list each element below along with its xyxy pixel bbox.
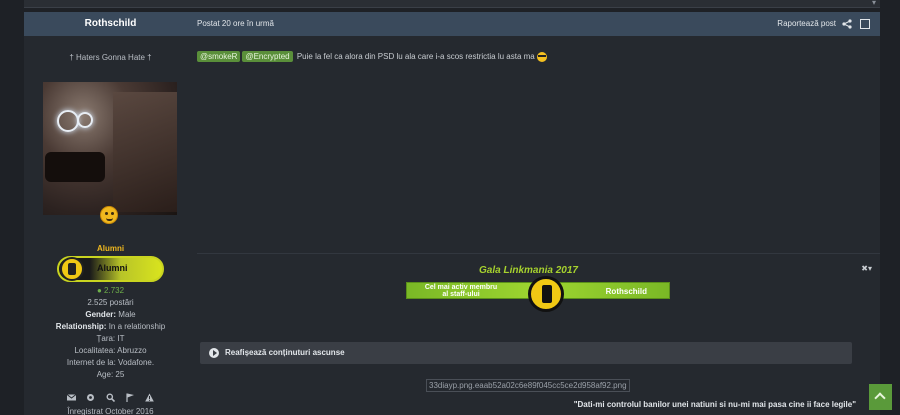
author-tagline: † Haters Gonna Hate † — [69, 53, 152, 62]
gender-value: Male — [118, 310, 136, 319]
age-field: Age: 25 — [96, 370, 125, 379]
broken-image: 33diayp.png.eaab52a02c6e89f045cc5ce2d958… — [426, 379, 630, 392]
rank-emoji-icon — [100, 206, 118, 224]
flag-icon[interactable] — [125, 393, 135, 402]
post-content: @smokeR @Encrypted Puie la fel ca alora d… — [197, 36, 880, 415]
post-header: Rothschild Postat 20 ore în urmă Raporte… — [24, 12, 880, 36]
post-body-text: @smokeR @Encrypted Puie la fel ca alora d… — [197, 51, 547, 62]
spoiler-label: Reafișează conținuturi ascunse — [225, 348, 345, 357]
author-actions — [24, 393, 197, 404]
emoji-eye — [105, 212, 108, 215]
select-post-checkbox[interactable] — [860, 19, 870, 29]
internet-field: Internet de la: Vodafone. — [66, 358, 155, 367]
gear-icon[interactable] — [86, 393, 95, 402]
sunglasses-emoji-icon — [536, 51, 547, 62]
signature-quote: "Dati-mi controlul banilor unei natiuni … — [573, 400, 856, 409]
country-field: Țara: IT — [96, 334, 125, 343]
group-badge-label: Alumni — [97, 263, 128, 273]
award-category: Cel mai activ membru al staff-ului — [407, 284, 515, 298]
award-category-line: Cel mai activ membru — [424, 284, 498, 291]
emoji-eye — [111, 212, 114, 215]
group-title: Alumni — [96, 244, 125, 253]
gender-field: Gender: Male — [24, 310, 197, 319]
locality-field: Localitatea: Abruzzo — [74, 346, 147, 355]
chevron-down-icon[interactable]: ▾ — [872, 0, 876, 7]
award-title: Gala Linkmania 2017 — [479, 265, 578, 276]
share-icon[interactable] — [842, 19, 852, 29]
robot-icon — [528, 276, 564, 312]
relationship-label: Relationship: — [55, 322, 107, 331]
mention-link[interactable]: @smokeR — [197, 51, 241, 62]
author-name-link[interactable]: Rothschild — [24, 12, 197, 36]
post-count: 2.525 postări — [87, 298, 134, 307]
avatar[interactable] — [43, 82, 177, 215]
author-sidebar: † Haters Gonna Hate † Alumni Alumni ● 2.… — [24, 36, 197, 415]
relationship-field: Relationship: In a relationship — [24, 322, 197, 331]
award-winner: Rothschild — [605, 287, 647, 296]
scroll-to-top-button[interactable] — [869, 384, 892, 410]
avatar-car-grille — [45, 152, 105, 182]
reputation-count[interactable]: ● 2.732 — [24, 286, 197, 295]
mention-link[interactable]: @Encrypted — [242, 51, 293, 62]
award-category-line: al staff-ului — [442, 291, 480, 298]
relationship-value: In a relationship — [108, 322, 166, 331]
show-hidden-content-button[interactable]: Reafișează conținuturi ascunse — [200, 342, 852, 364]
post-timestamp[interactable]: Postat 20 ore în urmă — [197, 12, 274, 36]
report-post-link[interactable]: Raportează post — [777, 12, 836, 36]
robot-icon — [60, 257, 84, 281]
forum-post: Rothschild Postat 20 ore în urmă Raporte… — [24, 12, 880, 415]
warning-icon[interactable] — [145, 393, 154, 402]
signature-divider — [197, 253, 880, 254]
envelope-icon[interactable] — [66, 393, 77, 402]
group-badge: Alumni — [57, 256, 164, 282]
previous-post-footer: ▾ — [24, 0, 880, 8]
avatar-headlight — [77, 112, 93, 128]
play-icon — [209, 348, 219, 358]
signature-options-button[interactable]: ✖▾ — [861, 264, 872, 273]
search-icon[interactable] — [106, 393, 116, 403]
avatar-car-hood — [113, 92, 177, 212]
post-message: Puie la fel ca alora din PSD lu ala care… — [296, 52, 535, 61]
avatar-headlight — [57, 110, 79, 132]
chevron-up-icon — [874, 392, 886, 404]
reputation-value: 2.732 — [104, 286, 125, 295]
registration-date: Înregistrat October 2016 — [67, 407, 154, 415]
gender-label: Gender: — [85, 310, 117, 319]
emoji-mouth — [106, 218, 113, 221]
